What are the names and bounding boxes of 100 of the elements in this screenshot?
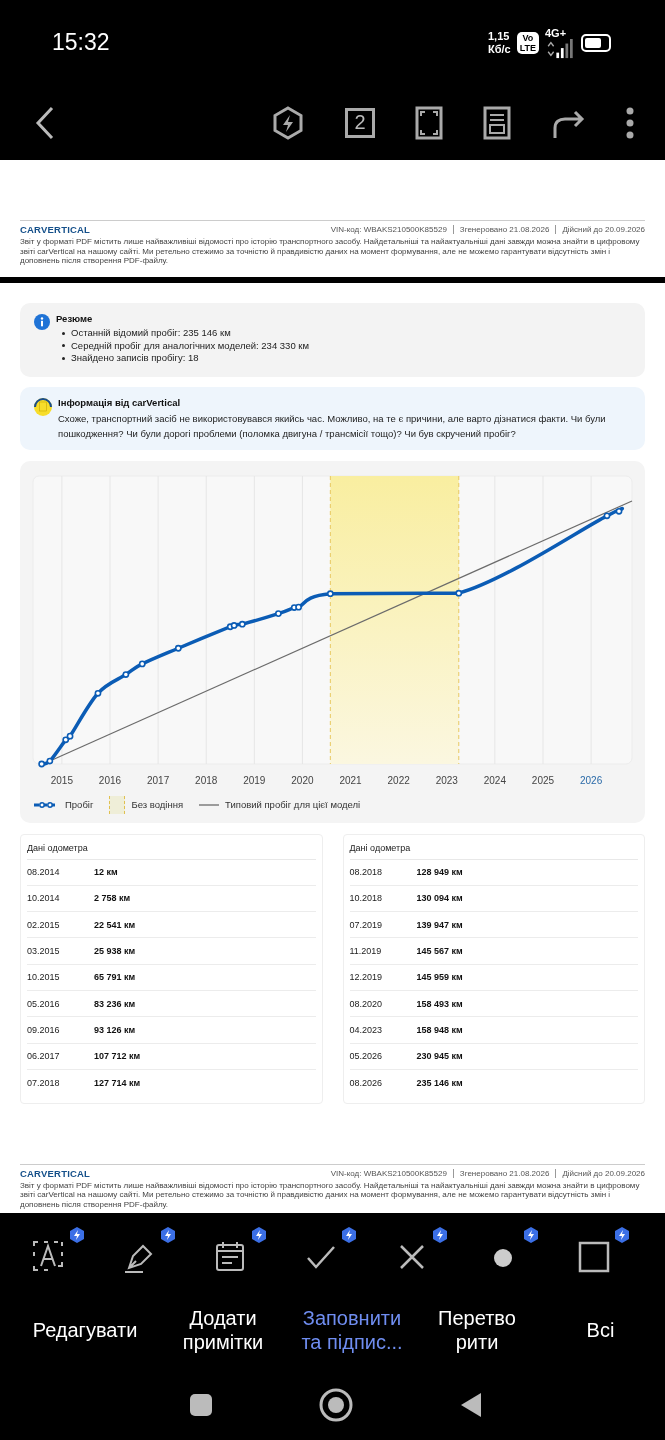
legend-label: Пробіг [65, 799, 94, 810]
volte-badge: Vo LTE [516, 31, 539, 54]
mode-tab[interactable]: Всі [586, 1318, 615, 1342]
data-point [274, 609, 282, 617]
legend-label: Без водіння [131, 799, 184, 810]
mode-tab[interactable]: Заповнити та підпис... [301, 1306, 403, 1354]
year-label: 2022 [387, 774, 410, 786]
summary-item: Середній пробіг для аналогічних моделей: 234 330 км [71, 339, 309, 352]
typical-legend-icon [199, 802, 220, 807]
disclaimer-text: Звіт у форматі PDF містить лише найважливіші відомості про історію транспортного засобу. Найдетальніші та найактуальніші дані завжди можна знайти в цифровому звіті carVertical на нашому сайті. Ми ретельно стежимо за точністю й правдивістю даних на момент формування, але не можемо гарантувати відсутність змін і доповнень після створення PDF-файлу. [20, 1180, 641, 1209]
fullscreen-button[interactable] [415, 105, 443, 140]
table-title: Дані одометра [349, 838, 638, 860]
summary-item: Останній відомий пробіг: 235 146 км [71, 327, 231, 340]
table-cell-text: 02.2015 [27, 919, 61, 930]
table-cell-text: 11.2019 [349, 946, 383, 957]
info-title: Інформація від carVertical [58, 396, 182, 408]
table-cell-text: 06.2017 [27, 1051, 61, 1062]
bullet-icon [62, 356, 65, 360]
table-cell: 2 758 км [94, 893, 131, 904]
table-cell: 65 791 км [94, 972, 136, 983]
document-icon[interactable] [483, 105, 511, 140]
data-point [326, 589, 334, 597]
lightning-badge-icon [68, 1225, 86, 1244]
year-label: 2026 [580, 774, 603, 786]
year-label: 2019 [243, 774, 266, 786]
data-point [603, 511, 611, 519]
year-label: 2020 [291, 774, 314, 786]
table-cell: 25 938 км [94, 946, 136, 957]
generated-date: Згенеровано 21.08.2026 [452, 1168, 550, 1178]
disclaimer-text: Звіт у форматі PDF містить лише найважливіші відомості про історію транспортного засобу. Найдетальніші та найактуальніші дані завжди можна знайти в цифровому звіті carVertical на нашому сайті. Ми ретельно стежимо за точністю й правдивістю даних на момент формування, але не можемо гарантувати відсутність змін і доповнень після створення PDF-файлу. [20, 237, 641, 266]
year-label: 2016 [98, 774, 122, 786]
table-cell: 22 541 км [94, 919, 136, 930]
vin-code: VIN-код: WBAKS210500K85529 [330, 225, 447, 234]
vin-code: VIN-код: WBAKS210500K85529 [330, 1168, 447, 1178]
clock-time: 15:32 [52, 29, 110, 56]
table-cell: 12 км [94, 867, 118, 878]
table-cell-text: 08.2014 [27, 867, 61, 878]
valid-until-date: Дійсний до 20.09.2026 [555, 1168, 645, 1178]
year-label: 2024 [483, 774, 506, 786]
table-cell: 145 959 км [416, 972, 463, 983]
table-cell: 230 945 км [416, 1051, 463, 1062]
table-cell-text: 08.2018 [349, 867, 384, 878]
lightning-badge-icon [158, 1225, 177, 1244]
table-cell: 83 236 км [94, 998, 136, 1009]
table-cell: 128 949 км [416, 867, 463, 878]
recent-apps-button[interactable] [188, 1393, 213, 1417]
summary-item: Знайдено записів пробігу: 18 [71, 352, 199, 365]
page-count-button[interactable]: 2 [345, 107, 375, 138]
data-point [122, 670, 130, 678]
table-cell-text: 08.2020 [349, 998, 384, 1009]
table-cell-text: 07.2018 [27, 1077, 61, 1088]
carvertical-logo: CARVERTICAL [20, 1167, 91, 1179]
home-button[interactable] [318, 1388, 353, 1422]
table-cell-text: 10.2018 [349, 893, 384, 904]
table-cell-text: 08.2026 [349, 1077, 384, 1088]
note-icon [34, 397, 52, 416]
table-cell-text: 03.2015 [27, 946, 61, 957]
bullet-icon [62, 344, 65, 348]
table-cell: 145 567 км [416, 946, 463, 957]
speed-unit: Кб/с [487, 42, 511, 56]
year-label: 2025 [531, 774, 555, 786]
table-cell-text: 12.2019 [349, 972, 384, 983]
table-cell-text: 09.2016 [27, 1024, 61, 1035]
table-cell: 158 948 км [416, 1024, 463, 1035]
table-cell-text: 07.2019 [349, 919, 384, 930]
table-cell-text: 10.2015 [27, 972, 61, 983]
mode-tab[interactable]: Редагувати [32, 1318, 138, 1342]
band-legend-icon [109, 795, 126, 814]
valid-until-date: Дійсний до 20.09.2026 [555, 225, 645, 234]
table-cell: 107 712 км [94, 1051, 141, 1062]
table-cell-text: 05.2016 [27, 998, 61, 1009]
generated-date: Згенеровано 21.08.2026 [452, 225, 550, 234]
year-label: 2023 [435, 774, 458, 786]
more-options-button[interactable] [625, 105, 635, 140]
info-text: Схоже, транспортний засіб не використовувався якийсь час. Можливо, на те є причини, але варто дізнатися факти. Чи були пошкодження? Чи були дорогі проблеми (поломка двигуна / трансмісії тощо)? Чи був скручений пробіг? [58, 411, 607, 441]
network-type: 4G+ [545, 26, 568, 39]
year-label: 2015 [50, 774, 73, 786]
lightning-badge-icon [431, 1225, 450, 1244]
table-cell: 93 126 км [94, 1024, 136, 1035]
year-label: 2021 [339, 774, 362, 786]
lightning-badge-icon [249, 1225, 268, 1244]
mode-tab[interactable]: Перетво рити [438, 1306, 516, 1354]
summary-title: Резюме [56, 313, 94, 324]
signal-icon [545, 38, 575, 59]
table-cell: 158 493 км [416, 998, 463, 1009]
data-point [615, 507, 623, 515]
table-title: Дані одометра [27, 838, 316, 860]
back-button[interactable] [34, 105, 56, 140]
data-point [94, 689, 102, 697]
table-cell-text: 05.2026 [349, 1051, 384, 1062]
table-cell-text: 10.2014 [27, 893, 61, 904]
table-cell: 139 947 км [416, 919, 463, 930]
table-cell: 127 714 км [94, 1077, 141, 1088]
mode-tab[interactable]: Додати примітки [182, 1306, 264, 1354]
lightning-badge-icon [522, 1225, 541, 1244]
legend-label: Типовий пробіг для цієї моделі [225, 799, 361, 810]
lightning-badge-icon [612, 1225, 631, 1244]
lightning-badge-icon [340, 1225, 359, 1244]
lightning-hexagon-button[interactable] [271, 105, 305, 140]
table-cell-text: 04.2023 [349, 1024, 384, 1035]
